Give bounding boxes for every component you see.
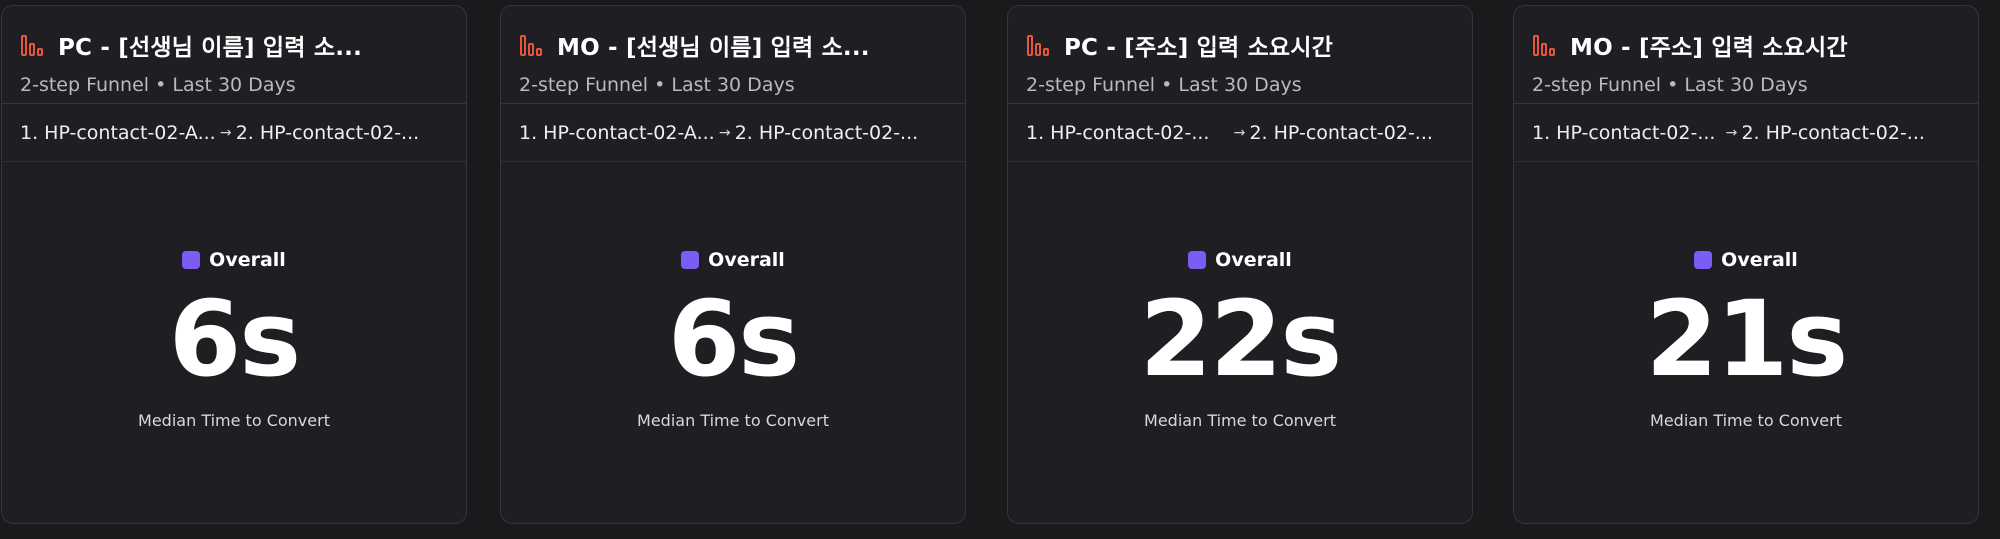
card-title-row[interactable]: MO - [선생님 이름] 입력 소...	[519, 28, 870, 62]
metric-block: Overall 22s Median Time to Convert	[1008, 249, 1472, 430]
card-subtitle: 2-step Funnel • Last 30 Days	[1026, 74, 1302, 96]
funnel-card[interactable]: PC - [주소] 입력 소요시간 2-step Funnel • Last 3…	[1007, 5, 1473, 524]
metric-block: Overall 6s Median Time to Convert	[501, 249, 965, 430]
card-title[interactable]: MO - [선생님 이름] 입력 소...	[557, 28, 870, 62]
metric-value: 6s	[168, 278, 301, 400]
card-header: PC - [주소] 입력 소요시간 2-step Funnel • Last 3…	[1008, 6, 1472, 104]
funnel-step-1: 1. HP-contact-02-A...	[20, 121, 216, 144]
funnel-step-2: 2. HP-contact-02-...	[734, 121, 919, 144]
card-header: MO - [주소] 입력 소요시간 2-step Funnel • Last 3…	[1514, 6, 1978, 104]
legend-item: Overall	[1694, 249, 1798, 271]
funnel-steps: 1. HP-contact-02-... → 2. HP-contact-02-…	[1008, 104, 1472, 162]
funnel-card[interactable]: MO - [주소] 입력 소요시간 2-step Funnel • Last 3…	[1513, 5, 1979, 524]
metric-caption: Median Time to Convert	[138, 411, 330, 430]
card-header: PC - [선생님 이름] 입력 소... 2-step Funnel • La…	[2, 6, 466, 104]
legend-swatch	[1188, 251, 1207, 269]
card-title-row[interactable]: MO - [주소] 입력 소요시간	[1532, 28, 1848, 62]
funnel-card[interactable]: MO - [선생님 이름] 입력 소... 2-step Funnel • La…	[500, 5, 966, 524]
legend-swatch	[1694, 251, 1713, 269]
funnel-step-1: 1. HP-contact-02-...	[1026, 121, 1210, 144]
card-subtitle: 2-step Funnel • Last 30 Days	[20, 74, 296, 96]
metric-block: Overall 21s Median Time to Convert	[1514, 249, 1978, 430]
arrow-right-icon: →	[718, 124, 731, 141]
funnel-step-1: 1. HP-contact-02-...	[1532, 121, 1716, 144]
card-header: MO - [선생님 이름] 입력 소... 2-step Funnel • La…	[501, 6, 965, 104]
metric-value: 6s	[667, 278, 800, 400]
funnel-step-2: 2. HP-contact-02-...	[1249, 121, 1433, 144]
metric-value: 22s	[1139, 278, 1343, 400]
funnel-steps: 1. HP-contact-02-... → 2. HP-contact-02-…	[1514, 104, 1978, 162]
legend-item: Overall	[681, 249, 785, 271]
legend-swatch	[182, 251, 201, 269]
funnel-chart-icon	[1026, 33, 1050, 57]
legend-item: Overall	[1188, 249, 1292, 271]
metric-value: 21s	[1645, 278, 1849, 400]
legend-label: Overall	[708, 249, 785, 271]
metric-caption: Median Time to Convert	[1144, 411, 1336, 430]
funnel-steps: 1. HP-contact-02-A... → 2. HP-contact-02…	[501, 104, 965, 162]
funnel-chart-icon	[1532, 33, 1556, 57]
legend-item: Overall	[182, 249, 286, 271]
card-subtitle: 2-step Funnel • Last 30 Days	[1532, 74, 1808, 96]
arrow-right-icon: →	[1725, 124, 1738, 141]
metric-caption: Median Time to Convert	[1650, 411, 1842, 430]
card-title[interactable]: PC - [선생님 이름] 입력 소...	[58, 28, 362, 62]
funnel-card[interactable]: PC - [선생님 이름] 입력 소... 2-step Funnel • La…	[1, 5, 467, 524]
legend-label: Overall	[1215, 249, 1292, 271]
card-title-row[interactable]: PC - [주소] 입력 소요시간	[1026, 28, 1333, 62]
metric-block: Overall 6s Median Time to Convert	[2, 249, 466, 430]
arrow-right-icon: →	[1233, 124, 1246, 141]
legend-swatch	[681, 251, 700, 269]
funnel-step-2: 2. HP-contact-02-...	[235, 121, 420, 144]
card-title-row[interactable]: PC - [선생님 이름] 입력 소...	[20, 28, 362, 62]
funnel-step-2: 2. HP-contact-02-...	[1741, 121, 1925, 144]
card-title[interactable]: MO - [주소] 입력 소요시간	[1570, 28, 1848, 62]
dashboard-card-row: PC - [선생님 이름] 입력 소... 2-step Funnel • La…	[0, 0, 2000, 539]
funnel-steps: 1. HP-contact-02-A... → 2. HP-contact-02…	[2, 104, 466, 162]
legend-label: Overall	[209, 249, 286, 271]
funnel-chart-icon	[20, 33, 44, 57]
funnel-step-1: 1. HP-contact-02-A...	[519, 121, 715, 144]
arrow-right-icon: →	[219, 124, 232, 141]
card-title[interactable]: PC - [주소] 입력 소요시간	[1064, 28, 1333, 62]
card-subtitle: 2-step Funnel • Last 30 Days	[519, 74, 795, 96]
metric-caption: Median Time to Convert	[637, 411, 829, 430]
legend-label: Overall	[1721, 249, 1798, 271]
funnel-chart-icon	[519, 33, 543, 57]
